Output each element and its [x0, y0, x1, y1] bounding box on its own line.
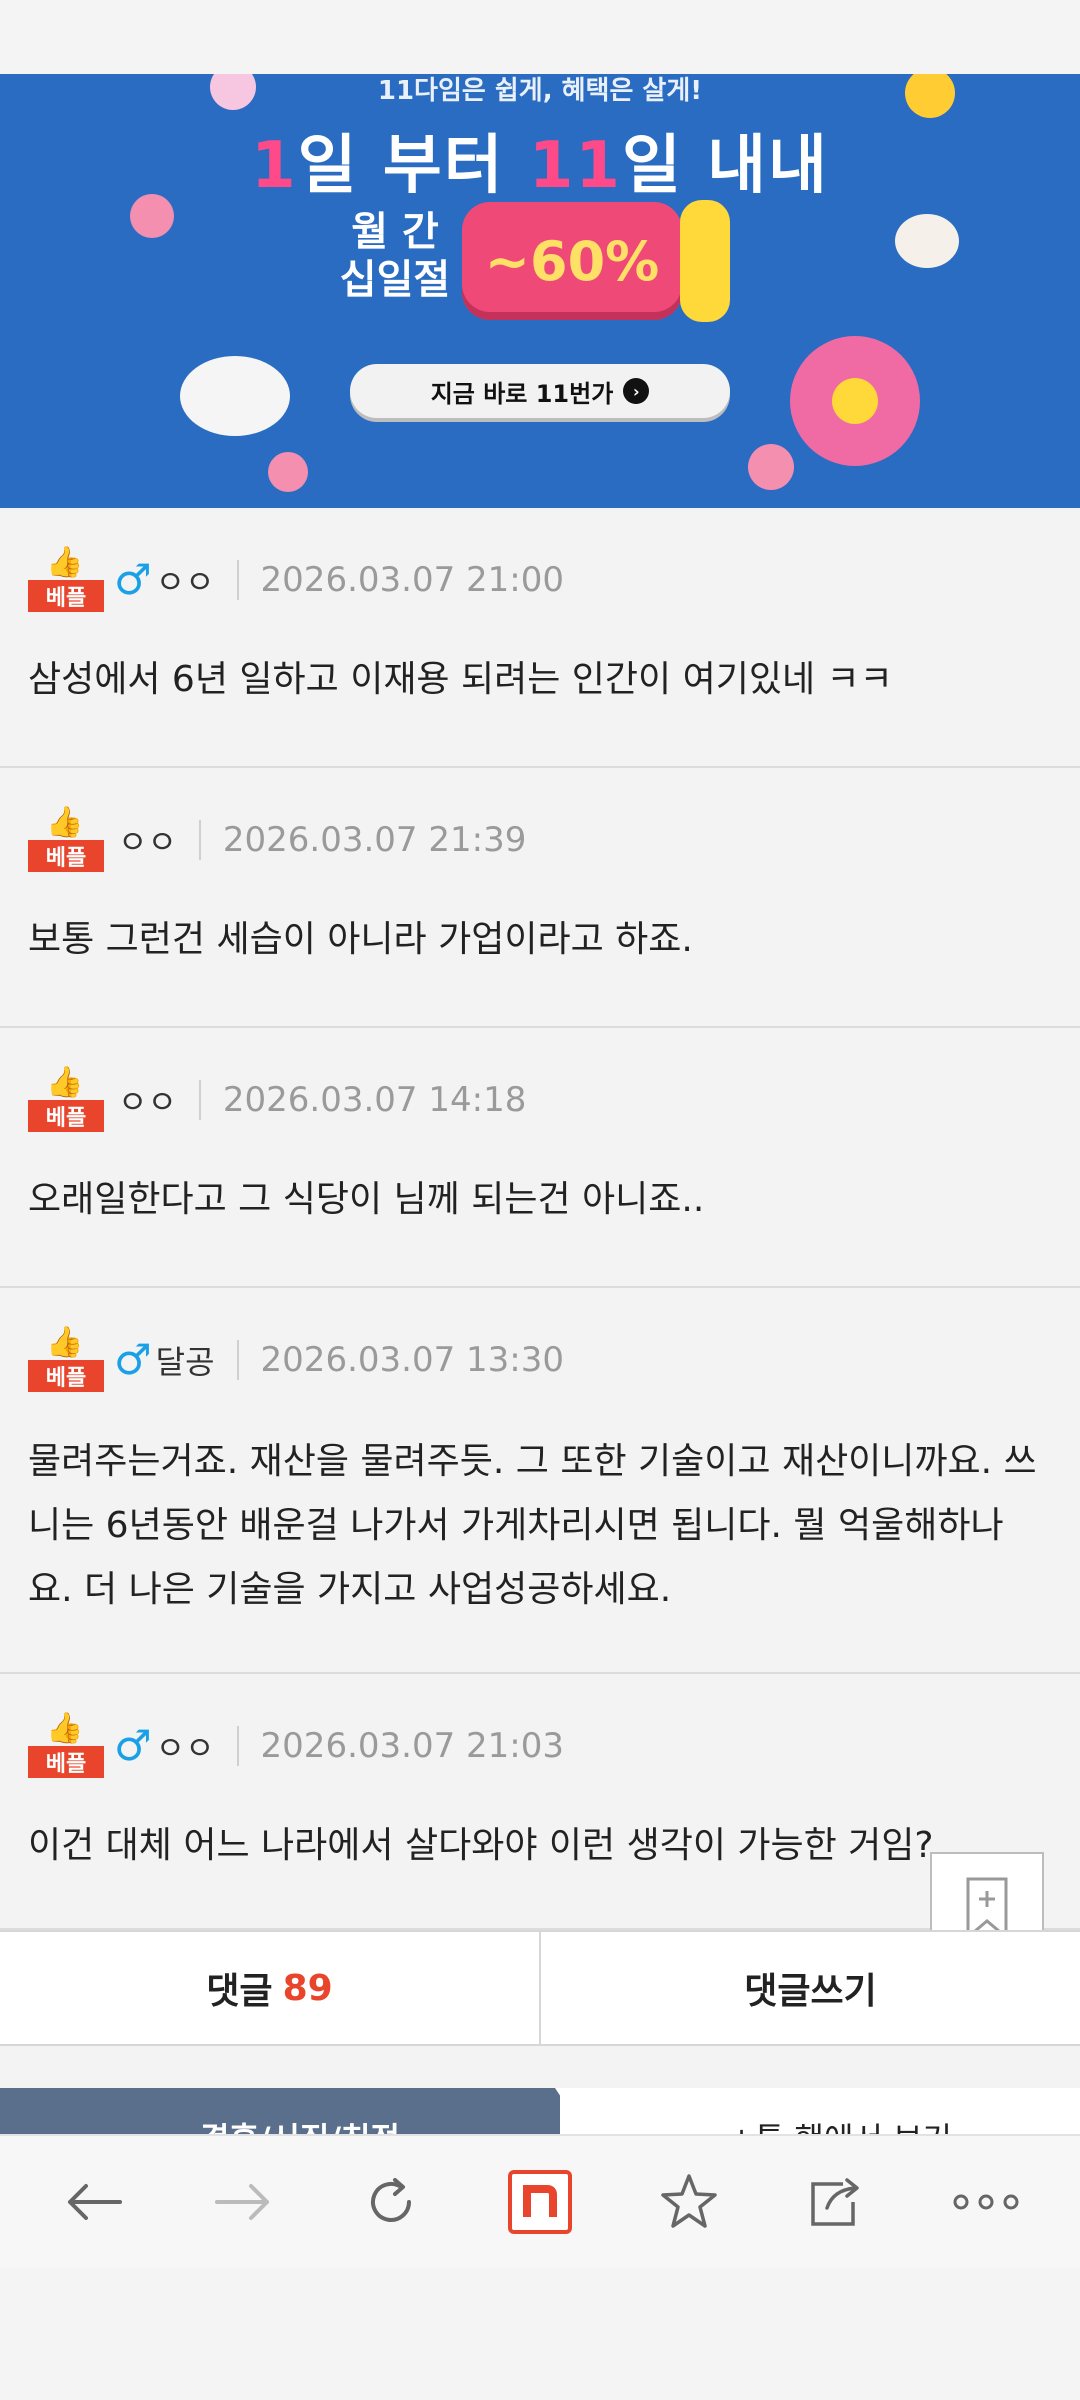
comment-header: 👍 베플 ♂ ㅇㅇ 2026.03.07 21:03 [28, 1714, 565, 1778]
headline-number: 11 [528, 129, 622, 203]
comment-body: 삼성에서 6년 일하고 이재용 되려는 인간이 여기있네 ㅋㅋ [28, 659, 893, 700]
comment-date: 2026.03.07 14:18 [222, 1080, 527, 1120]
thumbs-up-icon: 👍 [46, 1325, 84, 1360]
flower-decoration [268, 452, 308, 492]
back-arrow-icon [68, 2184, 123, 2220]
comments-count-button[interactable]: 댓글 89 [0, 1932, 539, 2044]
male-icon: ♂ [114, 1721, 152, 1770]
best-badge-label: 베플 [28, 1100, 104, 1132]
ad-banner[interactable]: 11다임은 쉽게, 혜택은 살게! 1일 부터 11일 내내 월 간 십일절 ~… [0, 74, 1080, 508]
browser-toolbar [0, 2134, 1080, 2268]
comment-date: 2026.03.07 21:00 [260, 560, 565, 600]
best-comment-badge: 👍 베플 [28, 808, 104, 872]
comment-body: 물려주는거죠. 재산을 물려주듯. 그 또한 기술이고 재산이니까요. 쓰니는 … [28, 1441, 1037, 1610]
headline-text: 일 내내 [621, 129, 829, 203]
discount-coupon: ~60% [462, 202, 682, 320]
comment-item: 👍 베플 ♂ ㅇㅇ 2026.03.07 21:03 이건 대체 어느 나라에서… [0, 1674, 1080, 1930]
naver-home-icon [507, 2170, 572, 2234]
flower-decoration [180, 356, 290, 436]
refresh-button[interactable] [346, 2157, 436, 2247]
banner-sub-line: 월 간 [351, 209, 439, 255]
banner-sub-line: 십일절 [339, 257, 451, 303]
divider [198, 1080, 201, 1120]
best-badge-label: 베플 [28, 580, 104, 612]
comment-author[interactable]: ㅇㅇ [156, 557, 215, 603]
divider [198, 820, 201, 860]
comments-count: 89 [282, 1967, 333, 2009]
thumbs-up-icon: 👍 [46, 1065, 84, 1100]
comment-date: 2026.03.07 13:30 [260, 1340, 565, 1380]
best-comment-badge: 👍 베플 [28, 1714, 104, 1778]
comment-body: 이건 대체 어느 나라에서 살다와야 이런 생각이 가능한 거임? [28, 1825, 934, 1866]
coupon-tab [680, 200, 730, 322]
divider [236, 560, 239, 600]
comment-date: 2026.03.07 21:03 [260, 1726, 565, 1766]
comment-body: 보통 그런건 세습이 아니라 가업이라고 하죠. [28, 919, 693, 960]
male-icon: ♂ [114, 1335, 152, 1384]
flower-decoration [748, 444, 794, 490]
comment-author[interactable]: ㅇㅇ [156, 1723, 215, 1769]
write-comment-button[interactable]: 댓글쓰기 [539, 1932, 1080, 2044]
home-button[interactable] [495, 2157, 585, 2247]
best-badge-label: 베플 [28, 840, 104, 872]
chevron-right-icon: › [623, 378, 650, 404]
back-button[interactable] [49, 2157, 139, 2247]
comment-item: 👍 베플 ㅇㅇ 2026.03.07 21:39 보통 그런건 세습이 아니라 … [0, 768, 1080, 1028]
comment-date: 2026.03.07 21:39 [222, 820, 527, 860]
forward-arrow-icon [214, 2184, 269, 2220]
category-tabs: 결혼/시집/친정 +톡 핸에서 보기 [0, 2088, 1080, 2136]
comment-header: 👍 베플 ㅇㅇ 2026.03.07 14:18 [28, 1068, 527, 1132]
comment-body: 오래일한다고 그 식당이 님께 되는건 아니죠.. [28, 1179, 705, 1220]
thumbs-up-icon: 👍 [46, 805, 84, 840]
comment-author[interactable]: ㅇㅇ [118, 1077, 177, 1123]
thumbs-up-icon: 👍 [46, 1711, 84, 1746]
headline-text: 일 부터 [297, 129, 529, 203]
male-icon: ♂ [114, 555, 152, 604]
banner-headline: 1일 부터 11일 내내 [0, 114, 1080, 206]
comment-header: 👍 베플 ㅇㅇ 2026.03.07 21:39 [28, 808, 527, 872]
best-badge-label: 베플 [28, 1746, 104, 1778]
divider [236, 1726, 239, 1766]
status-area [0, 0, 1080, 74]
comment-item: 👍 베플 ♂ ㅇㅇ 2026.03.07 21:00 삼성에서 6년 일하고 이… [0, 508, 1080, 768]
write-comment-label: 댓글쓰기 [744, 1971, 877, 2012]
best-badge-label: 베플 [28, 1360, 104, 1392]
comment-action-bar: 댓글 89 댓글쓰기 [0, 1930, 1080, 2046]
best-comment-badge: 👍 베플 [28, 548, 104, 612]
cta-label: 지금 바로 11번가 [430, 379, 614, 408]
banner-top-text: 11다임은 쉽게, 혜택은 살게! [377, 76, 703, 106]
comment-author[interactable]: 달공 [156, 1337, 215, 1383]
banner-cta-button[interactable]: 지금 바로 11번가 › [350, 364, 730, 418]
favorite-button[interactable] [644, 2157, 734, 2247]
thumbs-up-icon: 👍 [46, 545, 84, 580]
comment-item: 👍 베플 ㅇㅇ 2026.03.07 14:18 오래일한다고 그 식당이 님께… [0, 1028, 1080, 1288]
refresh-icon [371, 2178, 412, 2222]
star-icon [660, 2174, 717, 2228]
divider [236, 1340, 239, 1380]
tab-talk-home[interactable]: +톡 핸에서 보기 [600, 2114, 1080, 2136]
best-comment-badge: 👍 베플 [28, 1068, 104, 1132]
flower-decoration [832, 378, 878, 424]
tab-category-active[interactable]: 결혼/시집/친정 [0, 2088, 560, 2136]
more-icon [953, 2194, 1019, 2210]
share-button[interactable] [792, 2157, 882, 2247]
comment-item: 👍 베플 ♂ 달공 2026.03.07 13:30 물려주는거죠. 재산을 물… [0, 1288, 1080, 1674]
comment-header: 👍 베플 ♂ 달공 2026.03.07 13:30 [28, 1328, 565, 1392]
more-button[interactable] [941, 2157, 1031, 2247]
headline-number: 1 [251, 129, 298, 203]
forward-button[interactable] [198, 2157, 288, 2247]
comment-author[interactable]: ㅇㅇ [118, 817, 177, 863]
bottom-padding [0, 2268, 1080, 2400]
comment-header: 👍 베플 ♂ ㅇㅇ 2026.03.07 21:00 [28, 548, 565, 612]
share-icon [811, 2178, 859, 2226]
banner-subtitle: 월 간 십일절 [330, 208, 460, 304]
flower-decoration [895, 214, 959, 268]
comments-label: 댓글 [206, 1971, 273, 2012]
best-comment-badge: 👍 베플 [28, 1328, 104, 1392]
